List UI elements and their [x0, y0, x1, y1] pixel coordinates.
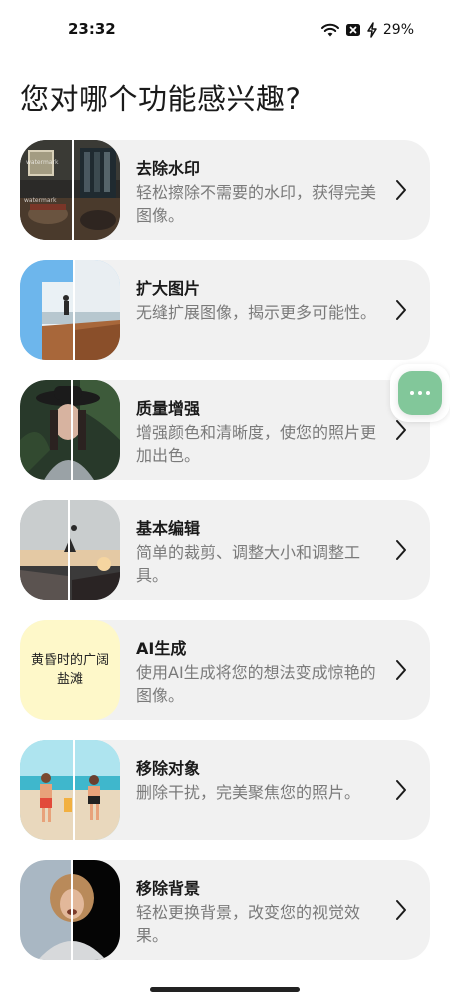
feature-title: 去除水印: [136, 159, 201, 178]
svg-text:watermark: watermark: [24, 197, 57, 204]
chevron-right-icon: [396, 300, 406, 320]
floating-more-button[interactable]: [398, 371, 442, 415]
feature-thumbnail-ai-generate: 黄昏时的广阔盐滩: [20, 620, 120, 720]
more-dots-icon-dot: [426, 391, 430, 395]
feature-description: 增强颜色和清晰度，使您的照片更加出色。: [136, 423, 377, 465]
feature-title: 扩大图片: [136, 279, 201, 298]
feature-card-remove-background[interactable]: 移除背景 轻松更换背景，改变您的视觉效果。: [20, 860, 430, 960]
feature-thumbnail-basic-editing: [20, 500, 120, 600]
feature-thumbnail-quality-enhance: [20, 380, 120, 480]
more-dots-icon: [410, 391, 414, 395]
feature-thumbnail-remove-object: [20, 740, 120, 840]
status-time: 23:32: [68, 20, 116, 38]
feature-description: 轻松更换背景，改变您的视觉效果。: [136, 903, 361, 945]
chevron-right-icon: [396, 540, 406, 560]
wifi-icon: [320, 23, 339, 37]
feature-title: 移除背景: [136, 879, 201, 898]
feature-card-ai-generate[interactable]: 黄昏时的广阔盐滩 AI生成 使用AI生成将您的想法变成惊艳的图像。: [20, 620, 430, 720]
chevron-right-icon: [396, 180, 406, 200]
feature-thumbnail-remove-background: [20, 860, 120, 960]
ai-prompt-example: 黄昏时的广阔盐滩: [30, 653, 109, 687]
home-indicator[interactable]: [150, 987, 300, 992]
feature-description: 删除干扰，完美聚焦您的照片。: [136, 783, 361, 802]
charging-bolt-icon: [367, 22, 377, 38]
page-title: 您对哪个功能感兴趣?: [20, 82, 302, 116]
feature-title: AI生成: [136, 639, 187, 658]
battery-percentage: 29%: [382, 22, 414, 38]
feature-thumbnail-expand-image: [20, 260, 120, 360]
chevron-right-icon: [396, 780, 406, 800]
chevron-right-icon: [396, 900, 406, 920]
svg-text:watermark: watermark: [26, 159, 59, 166]
more-dots-icon-dot: [418, 391, 422, 395]
notification-x-icon: [345, 24, 360, 36]
chevron-right-icon: [396, 660, 406, 680]
feature-card-remove-watermark[interactable]: watermark watermark 去除水印 轻松擦除不需要的水印，获得完美…: [20, 140, 430, 240]
feature-thumbnail-remove-watermark: watermark watermark: [20, 140, 120, 240]
feature-title: 移除对象: [136, 759, 201, 778]
feature-card-quality-enhance[interactable]: 质量增强 增强颜色和清晰度，使您的照片更加出色。: [20, 380, 430, 480]
feature-card-expand-image[interactable]: 扩大图片 无缝扩展图像，揭示更多可能性。: [20, 260, 430, 360]
status-icons: 29%: [320, 20, 414, 40]
feature-description: 使用AI生成将您的想法变成惊艳的图像。: [136, 663, 376, 705]
feature-description: 轻松擦除不需要的水印，获得完美图像。: [136, 183, 377, 225]
feature-description: 无缝扩展图像，揭示更多可能性。: [136, 303, 377, 322]
feature-description: 简单的裁剪、调整大小和调整工具。: [136, 543, 361, 585]
feature-card-basic-editing[interactable]: 基本编辑 简单的裁剪、调整大小和调整工具。: [20, 500, 430, 600]
feature-card-remove-object[interactable]: 移除对象 删除干扰，完美聚焦您的照片。: [20, 740, 430, 840]
status-bar: 23:32 29%: [0, 0, 450, 58]
feature-title: 基本编辑: [136, 519, 201, 538]
feature-title: 质量增强: [136, 399, 201, 418]
